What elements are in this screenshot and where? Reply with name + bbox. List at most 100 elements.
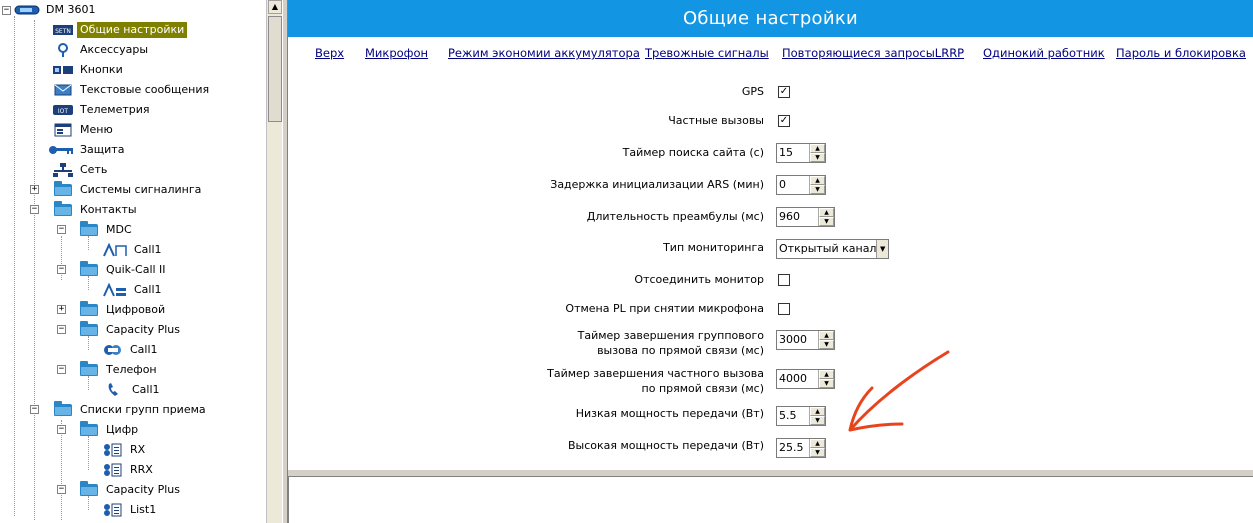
tree-scrollbar[interactable]: ▲ <box>266 0 282 523</box>
tree-item-quikcall-call1[interactable]: Call1 <box>102 280 165 300</box>
spin-up-icon[interactable]: ▲ <box>810 144 825 153</box>
group-call-hang-spinner[interactable]: 3000 ▲ ▼ <box>776 330 835 350</box>
chevron-down-icon[interactable]: ▼ <box>876 240 888 258</box>
spinner-value: 3000 <box>779 333 807 346</box>
link-password-lock[interactable]: Пароль и блокировка <box>1116 46 1246 60</box>
spin-up-icon[interactable]: ▲ <box>819 370 834 379</box>
spin-up-icon[interactable]: ▲ <box>810 176 825 185</box>
monitor-type-label: Тип мониторинга <box>663 241 764 254</box>
tree-item-list1[interactable]: List1 <box>102 500 159 520</box>
monitor-type-select[interactable]: Открытый канал ▼ <box>776 239 889 259</box>
capacity-call-icon <box>102 343 124 357</box>
scrollbar-thumb[interactable] <box>268 16 282 122</box>
low-power-spinner[interactable]: 5.5 ▲ ▼ <box>776 406 826 426</box>
svg-text:SETN: SETN <box>55 28 71 35</box>
tree-item-rx[interactable]: RX <box>102 440 148 460</box>
spin-down-icon[interactable]: ▼ <box>819 379 834 388</box>
pl-cancel-checkbox[interactable] <box>778 303 790 315</box>
spin-up-icon[interactable]: ▲ <box>810 407 825 416</box>
tree-item-capacity-call1[interactable]: Call1 <box>102 340 161 360</box>
rx-list-icon <box>102 463 124 477</box>
expand-icon[interactable]: + <box>30 185 39 194</box>
preamble-duration-spinner[interactable]: 960 ▲ ▼ <box>776 207 835 227</box>
tree-item-telemetry[interactable]: IOT Телеметрия <box>52 100 153 120</box>
link-lone-worker[interactable]: Одинокий работник <box>983 46 1105 60</box>
tree-item-signaling-systems[interactable]: Системы сигналинга <box>52 180 204 200</box>
folder-icon <box>78 421 100 437</box>
tree-item-phone-call1[interactable]: Call1 <box>104 380 163 400</box>
spin-down-icon[interactable]: ▼ <box>810 448 825 457</box>
tree-item-telephone[interactable]: Телефон <box>78 360 160 380</box>
tree-item-capacity-plus-group[interactable]: Capacity Plus <box>78 480 183 500</box>
tree-item-menu[interactable]: Меню <box>52 120 116 140</box>
collapse-icon[interactable]: − <box>57 485 66 494</box>
scroll-up-icon[interactable]: ▲ <box>268 0 282 14</box>
collapse-icon[interactable]: − <box>57 225 66 234</box>
ars-init-delay-spinner[interactable]: 0 ▲ ▼ <box>776 175 826 195</box>
spin-down-icon[interactable]: ▼ <box>810 416 825 425</box>
private-call-hang-label-2: по прямой связи (мс) <box>641 382 764 395</box>
tree-root[interactable]: − DM 3601 <box>2 0 98 20</box>
link-alarms[interactable]: Тревожные сигналы <box>645 46 769 60</box>
text-message-icon <box>52 83 74 97</box>
tree-item-buttons[interactable]: Кнопки <box>52 60 126 80</box>
tree-item-label: Цифровой <box>106 303 166 316</box>
tree-item-label: Сеть <box>80 163 108 176</box>
tree-item-digital[interactable]: Цифровой <box>78 300 168 320</box>
gps-label: GPS <box>741 85 764 98</box>
tree-item-label: MDC <box>106 223 132 236</box>
private-calls-checkbox[interactable]: ✓ <box>778 115 790 127</box>
unmute-monitor-checkbox[interactable] <box>778 274 790 286</box>
folder-icon <box>78 361 100 377</box>
collapse-icon[interactable]: − <box>30 205 39 214</box>
tree-item-label: Системы сигналинга <box>80 183 202 196</box>
collapse-icon[interactable]: − <box>2 5 11 15</box>
link-lrrp[interactable]: Повторяющиеся запросыLRRP <box>782 46 964 60</box>
gps-checkbox[interactable]: ✓ <box>778 86 790 98</box>
low-power-label: Низкая мощность передачи (Вт) <box>575 407 764 420</box>
spin-down-icon[interactable]: ▼ <box>819 340 834 349</box>
link-top[interactable]: Верх <box>315 46 344 60</box>
link-microphone[interactable]: Микрофон <box>365 46 428 60</box>
collapse-icon[interactable]: − <box>57 325 66 334</box>
rx-list-icon <box>102 443 124 457</box>
tree-item-text-messages[interactable]: Текстовые сообщения <box>52 80 212 100</box>
tree-item-mdc[interactable]: MDC <box>78 220 135 240</box>
tree-item-capacity-plus[interactable]: Capacity Plus <box>78 320 183 340</box>
tree-item-rrx[interactable]: RRX <box>102 460 156 480</box>
tree-item-accessories[interactable]: Аксессуары <box>52 40 151 60</box>
tree-item-label: Текстовые сообщения <box>80 83 210 96</box>
tree-item-general-settings[interactable]: SETN Общие настройки <box>52 20 188 40</box>
tree-item-label: Аксессуары <box>80 43 148 56</box>
tree-item-security[interactable]: Защита <box>48 140 127 160</box>
phone-icon <box>104 383 126 397</box>
tree-item-network[interactable]: Сеть <box>52 160 110 180</box>
site-search-timer-spinner[interactable]: 15 ▲ ▼ <box>776 143 826 163</box>
tree-item-mdc-call1[interactable]: Call1 <box>102 240 165 260</box>
panel-divider[interactable] <box>288 469 1253 477</box>
telemetry-icon: IOT <box>52 103 74 117</box>
collapse-icon[interactable]: − <box>57 365 66 374</box>
quikcall-icon <box>102 283 128 297</box>
collapse-icon[interactable]: − <box>30 405 39 414</box>
collapse-icon[interactable]: − <box>57 265 66 274</box>
svg-text:IOT: IOT <box>58 108 68 115</box>
folder-icon <box>52 181 74 197</box>
high-power-spinner[interactable]: 25.5 ▲ ▼ <box>776 438 826 458</box>
private-calls-label: Частные вызовы <box>668 114 764 127</box>
spin-up-icon[interactable]: ▲ <box>819 331 834 340</box>
tree-item-digital-group[interactable]: Цифр <box>78 420 141 440</box>
private-call-hang-spinner[interactable]: 4000 ▲ ▼ <box>776 369 835 389</box>
link-battery-saver[interactable]: Режим экономии аккумулятора <box>448 46 640 60</box>
spin-down-icon[interactable]: ▼ <box>810 185 825 194</box>
tree-item-label: Списки групп приема <box>80 403 206 416</box>
tree-item-contacts[interactable]: Контакты <box>52 200 140 220</box>
spin-up-icon[interactable]: ▲ <box>810 439 825 448</box>
tree-item-rx-group-lists[interactable]: Списки групп приема <box>52 400 209 420</box>
expand-icon[interactable]: + <box>57 305 66 314</box>
tree-item-quik-call[interactable]: Quik-Call II <box>78 260 169 280</box>
spin-up-icon[interactable]: ▲ <box>819 208 834 217</box>
spin-down-icon[interactable]: ▼ <box>819 217 834 226</box>
collapse-icon[interactable]: − <box>57 425 66 434</box>
spin-down-icon[interactable]: ▼ <box>810 153 825 162</box>
